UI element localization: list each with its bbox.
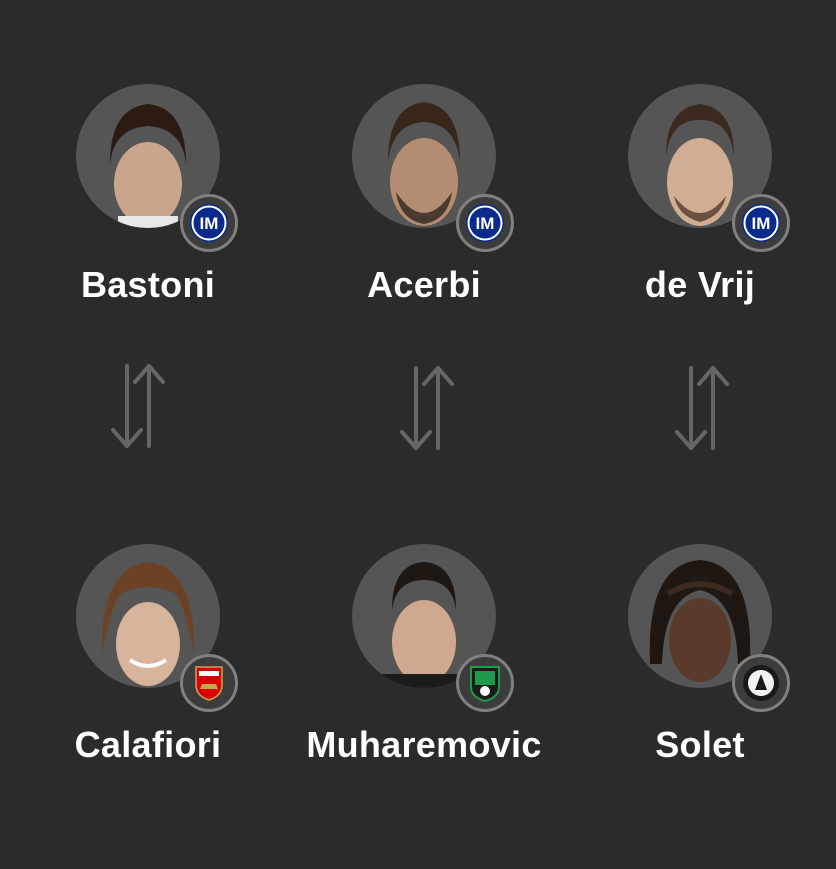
player-name: Calafiori: [74, 724, 222, 765]
player-name: Bastoni: [80, 264, 216, 305]
player-out-acerbi[interactable]: Acerbi: [284, 84, 564, 306]
player-name: de Vrij: [644, 264, 756, 305]
arsenal-crest-icon: [180, 654, 238, 712]
player-in-muharemovic[interactable]: Muharemovic: [284, 544, 564, 766]
player-out-bastoni[interactable]: Bastoni: [8, 84, 288, 306]
player-name: Solet: [655, 724, 745, 765]
udinese-crest-icon: [732, 654, 790, 712]
avatar-wrap: [352, 544, 514, 712]
player-in-calafiori[interactable]: Calafiori: [8, 544, 288, 766]
avatar-wrap: [76, 84, 238, 252]
inter-crest-icon: [456, 194, 514, 252]
avatar-wrap: [352, 84, 514, 252]
player-name: Muharemovic: [306, 724, 542, 765]
avatar-wrap: [76, 544, 238, 712]
swap-arrows-icon: [397, 362, 457, 454]
player-name: Acerbi: [367, 264, 481, 305]
player-in-solet[interactable]: Solet: [560, 544, 836, 766]
swap-arrows-icon: [108, 360, 168, 452]
swap-arrows-icon: [672, 362, 732, 454]
player-out-de-vrij[interactable]: de Vrij: [560, 84, 836, 306]
avatar-wrap: [628, 544, 790, 712]
avatar-wrap: [628, 84, 790, 252]
sassuolo-crest-icon: [456, 654, 514, 712]
inter-crest-icon: [732, 194, 790, 252]
inter-crest-icon: [180, 194, 238, 252]
